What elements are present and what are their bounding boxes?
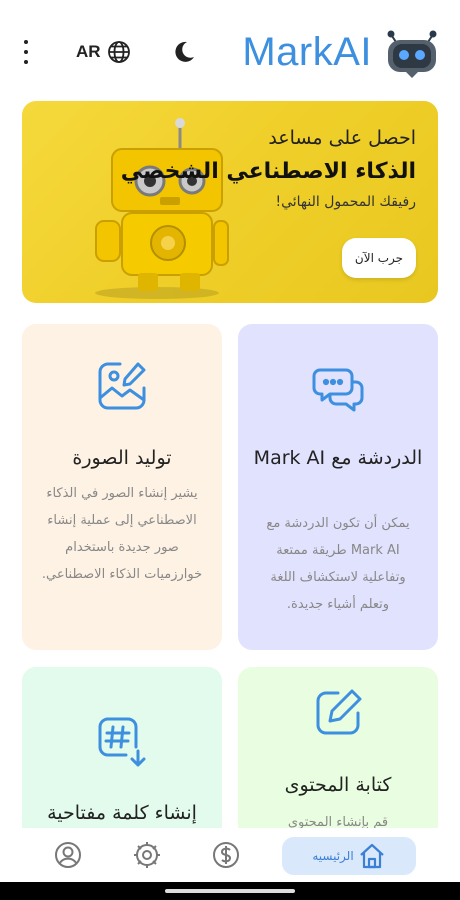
- robot-logo-icon: [387, 30, 437, 78]
- image-card-description: يشير إنشاء الصور في الذكاء الاصطناعي إلى…: [41, 486, 203, 582]
- banner-text: احصل على مساعد الذكاء الاصطناعي الشخصي ر…: [121, 127, 416, 210]
- brand: MarkAI: [242, 20, 442, 84]
- chat-bubbles-icon: [312, 368, 364, 412]
- chat-card-description: يمكن أن تكون الدردشة مع Mark AI طريقة مم…: [266, 516, 410, 612]
- image-generation-card[interactable]: توليد الصورة يشير إنشاء الصور في الذكاء …: [22, 324, 222, 650]
- banner-title: الذكاء الاصطناعي الشخصي: [120, 159, 416, 184]
- dark-mode-moon-icon[interactable]: [170, 38, 198, 66]
- image-edit-icon: [98, 362, 146, 410]
- menu-dot-icon: [24, 50, 28, 54]
- try-now-button[interactable]: جرب الآن: [342, 238, 416, 278]
- bottom-navigation: الرئيسيه: [0, 828, 460, 882]
- hashtag-download-icon: [98, 717, 146, 767]
- home-gesture-handle[interactable]: [165, 889, 295, 893]
- language-switcher[interactable]: AR: [76, 38, 131, 66]
- banner-tagline: رفيقك المحمول النهائي!: [275, 194, 416, 210]
- menu-dot-icon: [24, 60, 28, 64]
- brand-title: MarkAI: [242, 29, 372, 74]
- profile-icon[interactable]: [53, 840, 83, 870]
- keyword-generation-card[interactable]: إنشاء كلمة مفتاحية: [22, 667, 222, 847]
- more-options-button[interactable]: [18, 40, 34, 64]
- settings-icon[interactable]: [132, 840, 162, 870]
- menu-dot-icon: [24, 40, 28, 44]
- banner-subtitle: احصل على مساعد: [268, 127, 416, 149]
- chat-card-title: الدردشة مع Mark AI: [253, 447, 423, 469]
- globe-icon: [107, 41, 130, 63]
- edit-pencil-icon: [316, 689, 362, 735]
- chat-feature-card[interactable]: الدردشة مع Mark AI يمكن أن تكون الدردشة …: [238, 324, 438, 650]
- dollar-icon[interactable]: [211, 840, 241, 870]
- keyword-card-title: إنشاء كلمة مفتاحية: [47, 802, 197, 824]
- content-card-title: كتابة المحتوى: [284, 774, 392, 796]
- language-code: AR: [76, 42, 101, 61]
- promo-banner[interactable]: احصل على مساعد الذكاء الاصطناعي الشخصي ر…: [22, 101, 438, 303]
- system-navigation-bar: [0, 882, 460, 900]
- app-header: AR MarkAI: [0, 0, 460, 100]
- image-card-title: توليد الصورة: [72, 447, 172, 469]
- home-icon: [359, 843, 384, 869]
- nav-home-tab[interactable]: الرئيسيه: [282, 837, 416, 875]
- nav-home-label: الرئيسيه: [312, 849, 354, 863]
- content-writing-card[interactable]: كتابة المحتوى قم بإنشاء المحتوى: [238, 667, 438, 847]
